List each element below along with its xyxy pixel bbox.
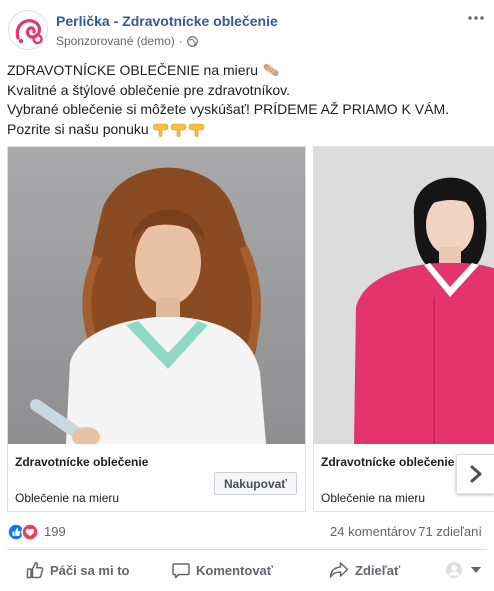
reaction-icons[interactable] [7, 523, 41, 541]
comment-icon [172, 563, 190, 579]
caret-down-icon [471, 567, 481, 573]
product-carousel[interactable]: Zdravotnícke oblečenie Oblečenie na mier… [0, 146, 494, 512]
post-text-line-1: ZDRAVOTNÍCKE OBLEČENIE na mieru [7, 61, 487, 81]
more-options-icon [468, 16, 484, 20]
share-count[interactable]: 71 zdieľaní [418, 524, 482, 539]
globe-icon [186, 35, 198, 47]
page-avatar[interactable] [8, 10, 48, 50]
pointing-down-emoji-icon [152, 123, 204, 137]
like-label: Páči sa mi to [50, 562, 130, 578]
post-text-line-3: Vybrané oblečenie si môžete vyskúšať! PR… [7, 101, 449, 117]
carousel-card[interactable]: Zdravotnícke oblečenie Oblečenie na mier… [7, 146, 306, 512]
carousel-next-button[interactable] [456, 454, 494, 494]
audience-selector[interactable] [445, 556, 481, 584]
post-header: Perlička - Zdravotnícke oblečenie Sponzo… [0, 0, 494, 54]
reaction-count[interactable]: 199 [44, 524, 66, 539]
brand-logo-icon [10, 12, 47, 49]
card-image-nurse-white-scrubs[interactable] [8, 147, 305, 444]
share-button[interactable]: Zdieľať [329, 556, 400, 584]
share-icon [329, 562, 349, 578]
card-description: Oblečenie na mieru [321, 491, 426, 505]
love-reaction-icon [21, 523, 39, 541]
post-meta: Sponzorované (demo) · [56, 34, 198, 48]
post-text-line-4: Pozrite si našu ponuku [7, 120, 487, 140]
like-button[interactable]: Páči sa mi to [26, 556, 129, 584]
bandage-emoji-icon [263, 63, 279, 77]
post-text: ZDRAVOTNÍCKE OBLEČENIE na mieru Kvalitné… [7, 61, 487, 139]
chevron-right-icon [470, 465, 481, 483]
audience-icon [446, 562, 462, 578]
meta-separator: · [178, 34, 183, 48]
comment-label: Komentovať [196, 562, 274, 578]
post-stats: 199 24 komentárov 71 zdieľaní [0, 518, 494, 544]
thumbs-up-icon [26, 562, 44, 579]
card-image-nurse-pink-scrubs[interactable] [314, 147, 494, 444]
card-title[interactable]: Zdravotnícke oblečenie [15, 455, 148, 469]
page-name-link[interactable]: Perlička - Zdravotnícke oblečenie [56, 13, 278, 29]
post-text-line-2: Kvalitné a štýlové oblečenie pre zdravot… [7, 81, 291, 98]
actions-divider [7, 549, 487, 550]
card-description: Oblečenie na mieru [15, 491, 120, 505]
comment-count[interactable]: 24 komentárov [330, 524, 416, 539]
more-options-button[interactable] [466, 8, 486, 28]
comment-button[interactable]: Komentovať [172, 556, 273, 584]
card-title[interactable]: Zdravotnícke oblečenie [321, 455, 454, 469]
shop-now-button[interactable]: Nakupovať [214, 472, 297, 495]
sponsored-label[interactable]: Sponzorované (demo) [56, 34, 175, 48]
share-label: Zdieľať [355, 562, 401, 578]
post-actions: Páči sa mi to Komentovať Zdieľať [0, 553, 494, 587]
